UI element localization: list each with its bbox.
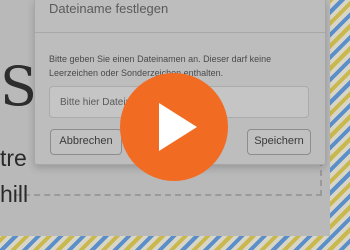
- save-button[interactable]: Speichern: [247, 129, 311, 155]
- cancel-button[interactable]: Abbrechen: [50, 129, 122, 155]
- background-text-line: hill: [0, 181, 29, 207]
- play-icon: [159, 103, 197, 151]
- dialog-title: Dateiname festlegen: [49, 1, 169, 16]
- background-text-line: tre: [0, 145, 27, 171]
- dialog-divider: [35, 32, 325, 33]
- play-button[interactable]: [120, 73, 228, 181]
